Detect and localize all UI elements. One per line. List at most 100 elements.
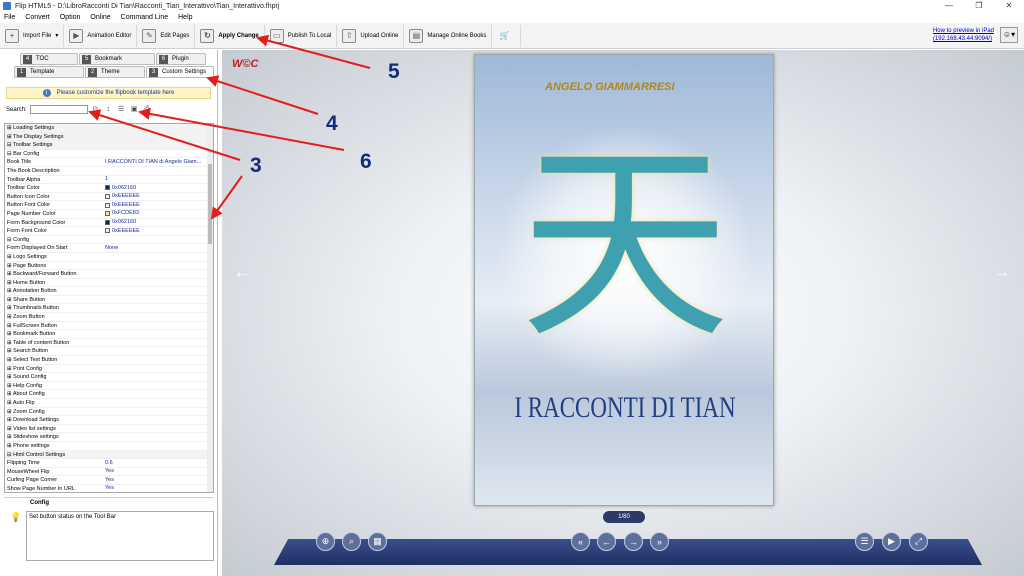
table-of-contents-icon[interactable]: ☰ xyxy=(855,532,874,551)
menu-online[interactable]: Online xyxy=(90,14,110,21)
tree-row[interactable]: ⊞ Sound Config xyxy=(5,373,213,382)
tree-row-label: ⊟ Html Control Settings xyxy=(7,451,66,458)
import-file-button[interactable]: + Import File ▾ xyxy=(0,24,65,47)
chevron-down-icon[interactable]: ▾ xyxy=(55,32,58,39)
tree-row[interactable]: ⊟ Bar Config xyxy=(5,150,213,159)
tree-row[interactable]: Flipping Time 0.6 xyxy=(5,459,213,468)
tree-row[interactable]: Form Font Color 0xEEEEEE xyxy=(5,227,213,236)
tab-template[interactable]: 1 Template xyxy=(14,66,84,78)
save-icon[interactable]: ▣ xyxy=(130,105,139,114)
tree-row[interactable]: ⊞ Share Button xyxy=(5,296,213,305)
tree-row[interactable]: Form Displayed On Start None xyxy=(5,244,213,253)
tree-row[interactable]: ⊟ Toolbar Settings xyxy=(5,141,213,150)
user-icon[interactable]: ☺▾ xyxy=(1000,27,1018,43)
tree-row-value xyxy=(105,390,213,398)
tree-row[interactable]: The Book Description xyxy=(5,167,213,176)
tree-row[interactable]: ⊞ FullScreen Button xyxy=(5,322,213,331)
tree-row[interactable]: ⊞ Phone settings xyxy=(5,442,213,451)
edit-pages-button[interactable]: ✎ Edit Pages xyxy=(137,24,196,47)
tree-row[interactable]: ⊞ Logo Settings xyxy=(5,253,213,262)
tree-row[interactable]: ⊞ Help Config xyxy=(5,382,213,391)
tree-row[interactable]: ⊞ Zoom Button xyxy=(5,313,213,322)
thumbnails-icon[interactable]: ▦ xyxy=(368,532,387,551)
tree-row[interactable]: Page Number Color 0xFCDE83 xyxy=(5,210,213,219)
scrollbar-thumb[interactable] xyxy=(208,164,212,244)
tree-row[interactable]: Show Page Number In URL Yes xyxy=(5,485,213,492)
tree-row[interactable]: ⊞ Annotation Button xyxy=(5,287,213,296)
tree-row[interactable]: Book Title I RACCONTI DI TIAN di Angelo G… xyxy=(5,158,213,167)
previous-page-icon[interactable]: ← xyxy=(597,532,616,551)
publish-local-button[interactable]: ▭ Publish To Local xyxy=(265,24,338,47)
search-book-icon[interactable]: ⌕ xyxy=(342,532,361,551)
tree-row-label: ⊞ Select Text Button xyxy=(7,357,58,364)
tree-row[interactable]: ⊞ Backward/Forward Button xyxy=(5,270,213,279)
tree-row[interactable]: ⊞ Download Settings xyxy=(5,416,213,425)
tree-row[interactable]: ⊞ Select Text Button xyxy=(5,356,213,365)
autoplay-icon[interactable]: ▶ xyxy=(882,532,901,551)
menu-command-line[interactable]: Command Line xyxy=(121,14,168,21)
tree-row[interactable]: ⊞ Bookmark Button xyxy=(5,330,213,339)
tree-row[interactable]: Button Font Color 0xEEEEEE xyxy=(5,201,213,210)
tree-row[interactable]: Toolbar Alpha 1 xyxy=(5,176,213,185)
menu-help[interactable]: Help xyxy=(178,14,192,21)
color-swatch[interactable] xyxy=(105,185,110,191)
fullscreen-icon[interactable]: ⤢ xyxy=(909,532,928,551)
tree-row[interactable]: ⊟ Html Control Settings xyxy=(5,450,213,460)
tree-row[interactable]: ⊞ Print Config xyxy=(5,365,213,374)
close-icon[interactable]: ✕ xyxy=(994,0,1024,12)
tree-row[interactable]: ⊞ Zoom Config xyxy=(5,408,213,417)
search-input[interactable] xyxy=(29,105,88,114)
tree-row[interactable]: ⊞ About Config xyxy=(5,390,213,399)
manage-books-button[interactable]: ▤ Manage Online Books xyxy=(404,24,493,47)
tree-row[interactable]: Toolbar Color 0x062160 xyxy=(5,184,213,193)
tree-row[interactable]: ⊞ Thumbnails Button xyxy=(5,304,213,314)
minimize-icon[interactable]: — xyxy=(934,0,964,12)
zoom-in-icon[interactable]: ⊕ xyxy=(316,532,335,551)
search-icon[interactable]: ⊙ xyxy=(91,105,100,114)
tree-row[interactable]: ⊞ Search Button xyxy=(5,347,213,357)
tab-custom-settings[interactable]: 3 Custom Settings xyxy=(146,66,214,78)
next-page-icon[interactable]: → xyxy=(624,532,643,551)
apply-change-button[interactable]: ↻ Apply Change xyxy=(195,24,265,47)
sort-icon[interactable]: ↕ xyxy=(104,105,113,114)
tab-theme[interactable]: 2 Theme xyxy=(85,66,145,78)
tree-row[interactable]: Form Background Color 0x062160 xyxy=(5,219,213,228)
animation-editor-button[interactable]: ▶ Animation Editor xyxy=(64,24,138,47)
last-page-icon[interactable]: » xyxy=(650,532,669,551)
menu-file[interactable]: File xyxy=(4,14,15,21)
tab-plugin[interactable]: 6 Plugin xyxy=(156,53,206,65)
first-page-icon[interactable]: « xyxy=(571,532,590,551)
tab-bookmark[interactable]: 5 Bookmark xyxy=(79,53,155,65)
tree-row[interactable]: MouseWheel Flip Yes xyxy=(5,468,213,477)
prev-arrow-icon[interactable]: ← xyxy=(234,264,250,282)
tree-row[interactable]: ⊞ Page Buttons xyxy=(5,262,213,271)
tree-row[interactable]: ⊟ Config xyxy=(5,236,213,245)
tree-row[interactable]: ⊞ Table of content Button xyxy=(5,339,213,348)
color-swatch[interactable] xyxy=(105,194,110,200)
tab-toc[interactable]: 4 TOC xyxy=(20,53,78,65)
tree-row[interactable]: ⊞ Auto Flip xyxy=(5,399,213,408)
tree-row[interactable]: Curling Page Corner Yes xyxy=(5,476,213,485)
next-arrow-icon[interactable]: → xyxy=(994,264,1010,282)
book-cover[interactable]: ANGELO GIAMMARRESI 天 I RACCONTI DI TIAN xyxy=(474,54,774,506)
tree-row[interactable]: ⊞ Loading Settings xyxy=(5,124,213,133)
preview-ipad-link[interactable]: How to preview in iPad (192.168.43.44:909… xyxy=(933,27,994,43)
color-swatch[interactable] xyxy=(105,202,110,208)
tree-row[interactable]: ⊞ Home Button xyxy=(5,279,213,288)
tree-row[interactable]: ⊞ Slideshow settings xyxy=(5,433,213,442)
tree-row[interactable]: ⊞ Video list settings xyxy=(5,425,213,434)
menu-option[interactable]: Option xyxy=(60,14,81,21)
tree-scrollbar[interactable] xyxy=(207,124,213,492)
upload-online-button[interactable]: ⇧ Upload Online xyxy=(337,24,405,47)
list-icon[interactable]: ☰ xyxy=(117,105,126,114)
cart-button[interactable]: 🛒 xyxy=(492,24,522,47)
color-swatch[interactable] xyxy=(105,211,110,217)
tree-row[interactable]: ⊞ The Display Settings xyxy=(5,132,213,142)
tree-row-value-text: Yes xyxy=(105,476,114,483)
tree-row[interactable]: Button Icon Color 0xEEEEEE xyxy=(5,193,213,202)
color-swatch[interactable] xyxy=(105,228,110,234)
restore-icon[interactable]: ❐ xyxy=(964,0,994,12)
menu-convert[interactable]: Convert xyxy=(25,14,50,21)
color-swatch[interactable] xyxy=(105,219,110,225)
print-icon[interactable]: ⎙ xyxy=(143,105,152,114)
